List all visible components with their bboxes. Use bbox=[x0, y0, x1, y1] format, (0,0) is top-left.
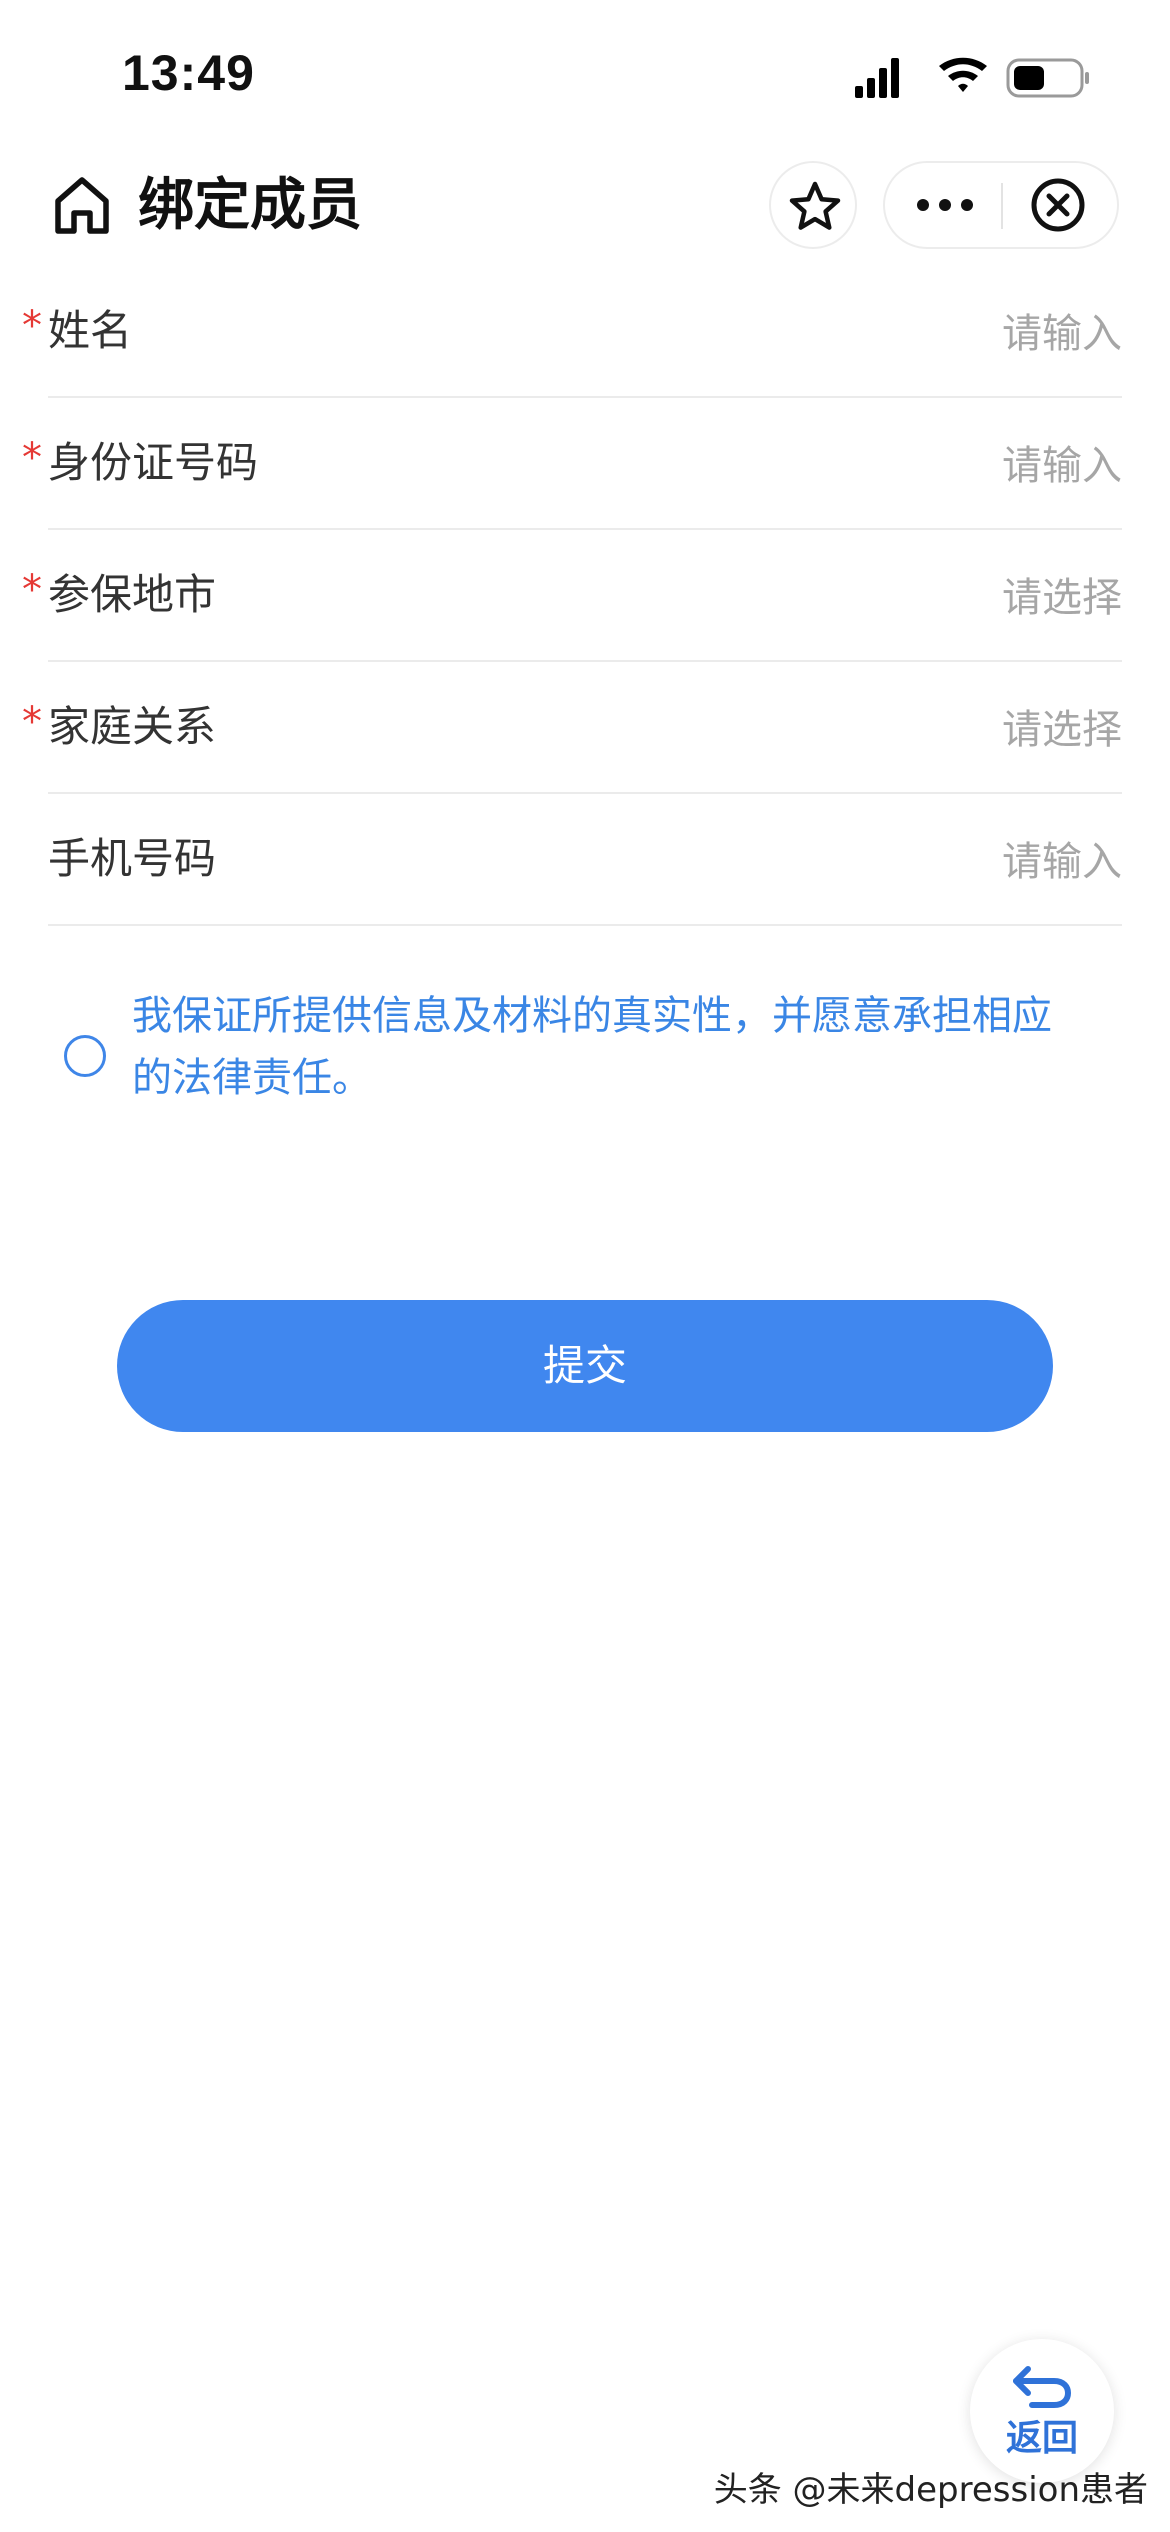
divider bbox=[48, 924, 1122, 926]
form-row-insured-city[interactable]: * 参保地市 请选择 bbox=[0, 530, 1170, 662]
watermark: 头条 @未来depression患者 bbox=[713, 2470, 1148, 2510]
wifi-icon bbox=[939, 57, 987, 92]
status-bar: 13:49 bbox=[0, 0, 1170, 150]
favorite-button[interactable] bbox=[769, 161, 857, 249]
form-row-name[interactable]: * 姓名 请输入 bbox=[0, 266, 1170, 398]
agreement-radio[interactable] bbox=[64, 1035, 106, 1077]
id-number-input[interactable]: 请输入 bbox=[1002, 441, 1122, 491]
form-row-phone[interactable]: 手机号码 请输入 bbox=[0, 794, 1170, 926]
battery-icon bbox=[1006, 58, 1089, 98]
mini-program-capsule bbox=[883, 161, 1119, 249]
required-mark: * bbox=[22, 435, 42, 481]
status-icons bbox=[855, 54, 1095, 102]
agreement-text[interactable]: 我保证所提供信息及材料的真实性，并愿意承担相应的法律责任。 bbox=[132, 985, 1072, 1109]
nav-bar: 绑定成员 bbox=[0, 150, 1170, 265]
form-row-id-number[interactable]: * 身份证号码 请输入 bbox=[0, 398, 1170, 530]
back-label: 返回 bbox=[1005, 2418, 1078, 2459]
name-input[interactable]: 请输入 bbox=[1002, 309, 1122, 359]
field-label-name: 姓名 bbox=[48, 306, 133, 355]
home-icon[interactable] bbox=[52, 175, 112, 237]
signal-wifi-battery-icons bbox=[855, 57, 1089, 98]
form-row-family-relation[interactable]: * 家庭关系 请选择 bbox=[0, 662, 1170, 794]
required-mark: * bbox=[22, 303, 42, 349]
required-mark: * bbox=[22, 567, 42, 613]
insured-city-select[interactable]: 请选择 bbox=[1002, 573, 1122, 623]
field-label-id-number: 身份证号码 bbox=[48, 438, 259, 487]
return-arrow-icon bbox=[1013, 2366, 1072, 2408]
required-mark: * bbox=[22, 699, 42, 745]
phone-input[interactable]: 请输入 bbox=[1002, 837, 1122, 887]
field-label-family-relation: 家庭关系 bbox=[48, 702, 217, 751]
page-title: 绑定成员 bbox=[138, 173, 362, 238]
member-form: * 姓名 请输入 * 身份证号码 请输入 * 参保地市 请选择 * 家庭关系 请… bbox=[0, 266, 1170, 926]
status-time: 13:49 bbox=[122, 45, 255, 101]
cellular-signal-icon bbox=[855, 58, 899, 98]
family-relation-select[interactable]: 请选择 bbox=[1002, 705, 1122, 755]
more-button[interactable] bbox=[885, 163, 1001, 247]
more-icon bbox=[917, 199, 973, 211]
close-button[interactable] bbox=[1003, 163, 1117, 247]
submit-button[interactable]: 提交 bbox=[117, 1300, 1053, 1432]
field-label-phone: 手机号码 bbox=[48, 834, 217, 883]
back-button[interactable]: 返回 bbox=[970, 2339, 1114, 2483]
field-label-insured-city: 参保地市 bbox=[48, 570, 217, 619]
agreement: 我保证所提供信息及材料的真实性，并愿意承担相应的法律责任。 bbox=[0, 985, 1170, 1125]
star-icon bbox=[789, 181, 841, 230]
close-circle-icon bbox=[1031, 178, 1085, 232]
